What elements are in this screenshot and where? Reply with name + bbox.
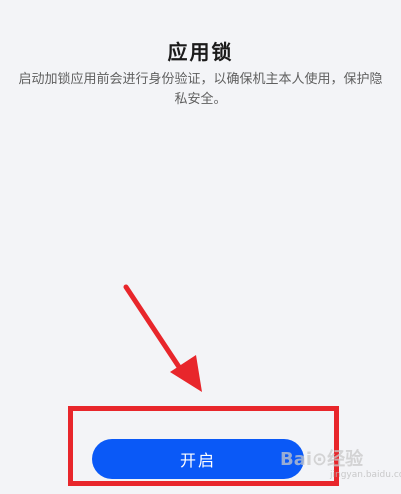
baidu-watermark-url: jingyan.baidu.com	[330, 470, 401, 480]
arrow-shaft	[123, 284, 188, 379]
page-description: 启动加锁应用前会进行身份验证，以确保机主本人使用，保护隐私安全。	[18, 72, 383, 107]
app-lock-screen: 应用锁 启动加锁应用前会进行身份验证，以确保机主本人使用，保护隐私安全。 开启 …	[0, 0, 401, 494]
arrow-head	[170, 355, 202, 392]
baidu-watermark: Bai⊙经验	[280, 449, 364, 470]
enable-button[interactable]: 开启	[92, 439, 304, 479]
page-title: 应用锁	[167, 40, 234, 64]
